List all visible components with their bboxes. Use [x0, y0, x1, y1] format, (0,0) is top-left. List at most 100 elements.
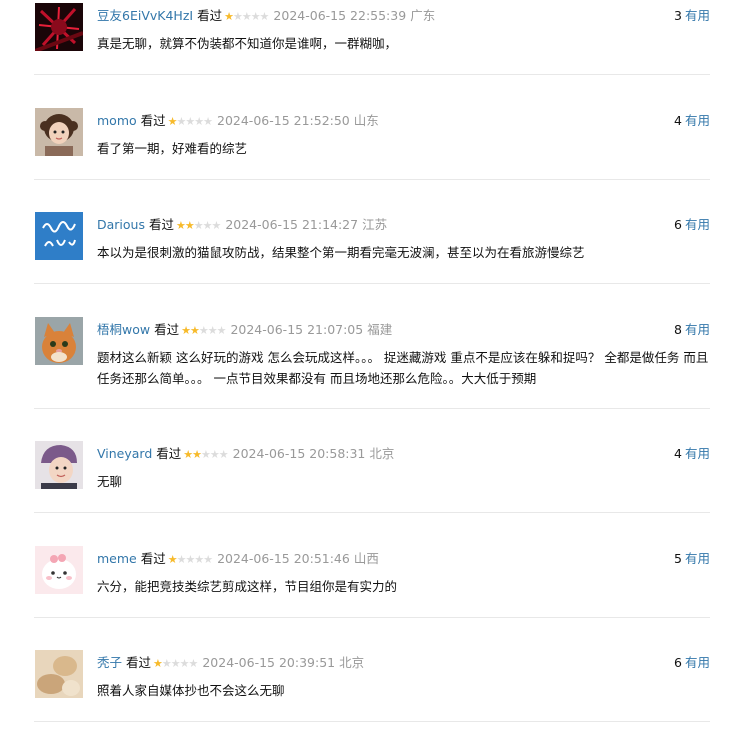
- star-icon: ★★★: [193, 219, 222, 232]
- rating-stars: ★★★★★: [153, 656, 198, 672]
- comment-time: 2024-06-15 22:55:39: [273, 8, 407, 23]
- comment-meta: Darious 看过 ★★★★★ 2024-06-15 21:14:27 江苏: [97, 217, 387, 233]
- watched-status: 看过: [148, 217, 174, 232]
- comment-text: 题材这么新颖 这么好玩的游戏 怎么会玩成这样。。。 捉迷藏游戏 重点不是应该在躲…: [97, 350, 709, 386]
- comment-item: 豆友6EiVvK4HzI 看过 ★★★★★ 2024-06-15 22:55:39 广东…: [34, 3, 710, 75]
- star-icon: ★★★★: [232, 10, 269, 23]
- star-icon: ★: [153, 657, 163, 670]
- comment-location: 北京: [339, 655, 365, 670]
- rating-stars: ★★★★★: [167, 552, 213, 568]
- star-icon: ★: [224, 10, 234, 23]
- comment-item: Vineyard 看过 ★★★★★ 2024-06-15 20:58:31 北京 4 有用…: [34, 441, 710, 513]
- star-icon: ★: [167, 553, 178, 566]
- avatar-image: [35, 108, 83, 156]
- comment-meta: momo 看过 ★★★★★ 2024-06-15 21:52:50 山东: [97, 113, 379, 129]
- vote-area: 6 有用: [674, 217, 710, 233]
- useful-button[interactable]: 有用: [685, 655, 710, 670]
- star-icon: ★★★★: [176, 553, 213, 566]
- comment-meta: 秃子 看过 ★★★★★ 2024-06-15 20:39:51 北京: [97, 655, 364, 671]
- star-icon: ★★: [176, 219, 195, 232]
- rating-stars: ★★★★★: [167, 114, 213, 130]
- watched-status: 看过: [140, 551, 166, 566]
- avatar-image: [35, 317, 83, 365]
- avatar-image: [35, 441, 83, 489]
- comment-text: 无聊: [97, 474, 123, 489]
- vote-count: 8: [674, 322, 682, 337]
- vote-count: 6: [674, 655, 682, 670]
- avatar[interactable]: [35, 108, 83, 156]
- username-link[interactable]: 梧桐wow: [97, 322, 150, 337]
- comment-meta: 梧桐wow 看过 ★★★★★ 2024-06-15 21:07:05 福建: [97, 322, 392, 338]
- watched-status: 看过: [140, 113, 166, 128]
- comment-item: 秃子 看过 ★★★★★ 2024-06-15 20:39:51 北京 6 有用 照着人家自…: [34, 650, 710, 722]
- username-link[interactable]: meme: [97, 551, 137, 566]
- star-icon: ★★★: [201, 448, 229, 461]
- useful-button[interactable]: 有用: [685, 322, 710, 337]
- comment-location: 北京: [369, 446, 395, 461]
- rating-stars: ★★★★★: [183, 447, 229, 463]
- star-icon: ★★★★: [161, 657, 198, 670]
- comment-item: Darious 看过 ★★★★★ 2024-06-15 21:14:27 江苏 6 有用 …: [34, 212, 710, 284]
- username-link[interactable]: 豆友6EiVvK4HzI: [97, 8, 193, 23]
- comment-location: 福建: [367, 322, 393, 337]
- comment-time: 2024-06-15 20:39:51: [202, 655, 336, 670]
- comment-text: 六分，能把竞技类综艺剪成这样，节目组你是有实力的: [97, 579, 398, 594]
- comment-location: 江苏: [362, 217, 388, 232]
- avatar-image: [35, 212, 83, 260]
- star-icon: ★★: [183, 448, 202, 461]
- avatar[interactable]: [35, 650, 83, 698]
- watched-status: 看过: [197, 8, 223, 23]
- useful-button[interactable]: 有用: [685, 113, 710, 128]
- vote-area: 5 有用: [674, 551, 710, 567]
- rating-stars: ★★★★★: [176, 218, 222, 234]
- vote-count: 5: [674, 551, 682, 566]
- vote-area: 6 有用: [674, 655, 710, 671]
- comment-time: 2024-06-15 21:52:50: [217, 113, 350, 128]
- username-link[interactable]: momo: [97, 113, 137, 128]
- avatar-image: [35, 650, 83, 698]
- avatar[interactable]: [35, 546, 83, 594]
- star-icon: ★★★★: [176, 115, 213, 128]
- comment-item: momo 看过 ★★★★★ 2024-06-15 21:52:50 山东 4 有用 看了第…: [34, 108, 710, 180]
- vote-area: 8 有用: [674, 322, 710, 338]
- vote-area: 3 有用: [674, 8, 710, 24]
- useful-button[interactable]: 有用: [685, 551, 710, 566]
- avatar[interactable]: [35, 317, 83, 365]
- username-link[interactable]: Darious: [97, 217, 145, 232]
- comment-item: meme 看过 ★★★★★ 2024-06-15 20:51:46 山西 5 有用 六分，…: [34, 546, 710, 618]
- star-icon: ★★★: [198, 324, 227, 337]
- comment-meta: Vineyard 看过 ★★★★★ 2024-06-15 20:58:31 北京: [97, 446, 394, 462]
- username-link[interactable]: 秃子: [97, 655, 122, 670]
- comment-location: 山西: [353, 551, 379, 566]
- comment-location: 广东: [410, 8, 436, 23]
- avatar-image: [35, 546, 83, 594]
- comment-time: 2024-06-15 20:51:46: [217, 551, 350, 566]
- star-icon: ★: [167, 115, 178, 128]
- vote-count: 4: [674, 446, 682, 461]
- avatar[interactable]: [35, 212, 83, 260]
- comment-text: 本以为是很刺激的猫鼠攻防战，结果整个第一期看完毫无波澜，甚至以为在看旅游慢综艺: [97, 245, 585, 260]
- comment-meta: 豆友6EiVvK4HzI 看过 ★★★★★ 2024-06-15 22:55:39 广东: [97, 8, 435, 24]
- comment-text: 看了第一期，好难看的综艺: [97, 141, 248, 156]
- rating-stars: ★★★★★: [224, 9, 269, 25]
- comment-time: 2024-06-15 21:07:05: [230, 322, 364, 337]
- avatar-image: [35, 3, 83, 51]
- vote-count: 3: [674, 8, 682, 23]
- watched-status: 看过: [156, 446, 182, 461]
- useful-button[interactable]: 有用: [685, 217, 710, 232]
- comment-location: 山东: [353, 113, 379, 128]
- useful-button[interactable]: 有用: [685, 446, 710, 461]
- username-link[interactable]: Vineyard: [97, 446, 152, 461]
- avatar[interactable]: [35, 441, 83, 489]
- vote-count: 4: [674, 113, 682, 128]
- comment-text: 真是无聊，就算不伪装都不知道你是谁啊，一群糊咖，: [97, 36, 398, 51]
- comment-item: 梧桐wow 看过 ★★★★★ 2024-06-15 21:07:05 福建 8 有用 题材…: [34, 317, 710, 409]
- avatar[interactable]: [35, 3, 83, 51]
- watched-status: 看过: [126, 655, 152, 670]
- comment-time: 2024-06-15 20:58:31: [232, 446, 366, 461]
- vote-area: 4 有用: [674, 446, 710, 462]
- watched-status: 看过: [154, 322, 180, 337]
- star-icon: ★★: [181, 324, 200, 337]
- comment-text: 照着人家自媒体抄也不会这么无聊: [97, 683, 285, 698]
- useful-button[interactable]: 有用: [685, 8, 710, 23]
